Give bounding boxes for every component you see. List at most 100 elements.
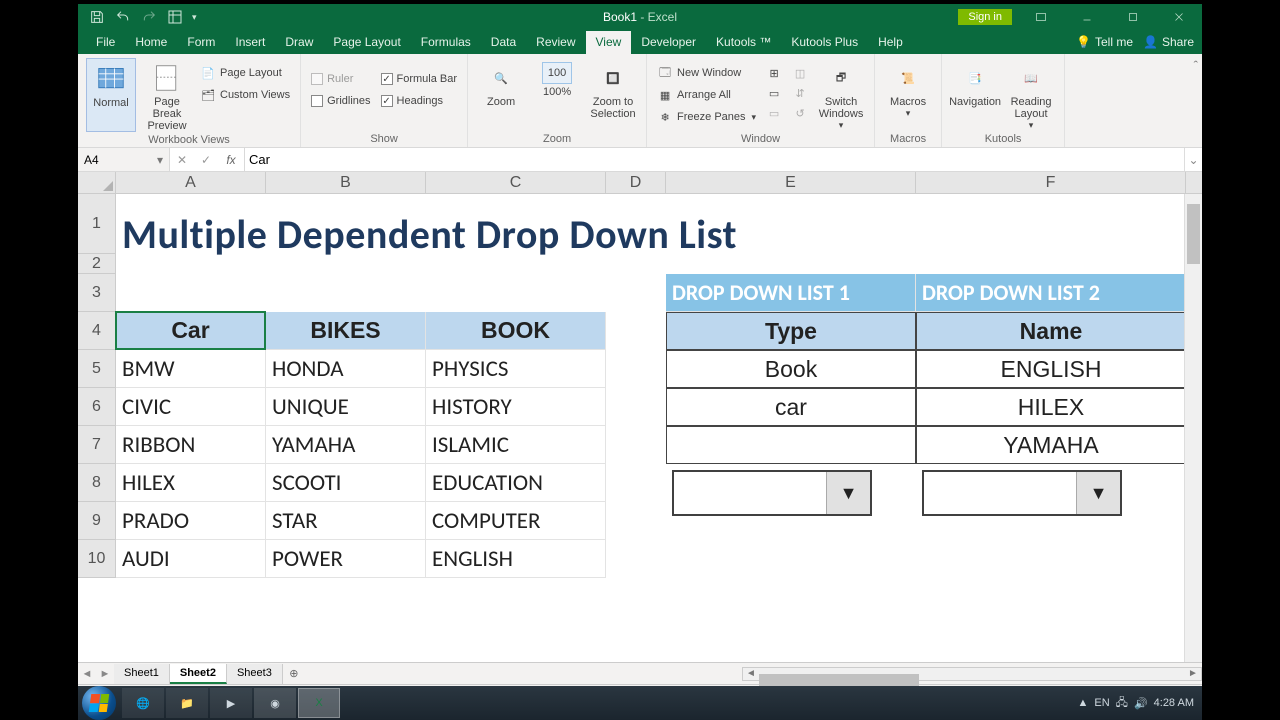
tab-view[interactable]: View <box>586 31 632 54</box>
cell-E7[interactable] <box>666 426 916 464</box>
column-header-C[interactable]: C <box>426 172 606 193</box>
cell-B5[interactable]: HONDA <box>266 350 426 388</box>
dropdown-list-2[interactable]: ▼ <box>922 470 1122 516</box>
column-header-B[interactable]: B <box>266 172 426 193</box>
taskbar-excel-icon[interactable]: X <box>298 688 340 718</box>
tray-volume-icon[interactable]: 🔊 <box>1134 697 1148 710</box>
save-icon[interactable] <box>88 8 106 26</box>
row-header-1[interactable]: 1 <box>78 194 116 254</box>
column-header-D[interactable]: D <box>606 172 666 193</box>
tray-clock[interactable]: 4:28 AM <box>1154 697 1198 709</box>
tab-data[interactable]: Data <box>481 31 526 54</box>
page-layout-button[interactable]: 📄Page Layout <box>198 64 292 82</box>
tab-page-layout[interactable]: Page Layout <box>323 31 410 54</box>
tab-home[interactable]: Home <box>125 31 177 54</box>
collapse-ribbon-icon[interactable]: ˆ <box>1190 54 1202 147</box>
split-button[interactable]: ⊞ <box>764 64 784 82</box>
maximize-icon[interactable] <box>1110 4 1156 30</box>
taskbar-chrome-icon[interactable]: ◉ <box>254 688 296 718</box>
tab-formulas[interactable]: Formulas <box>411 31 481 54</box>
cell-A8[interactable]: HILEX <box>116 464 266 502</box>
new-sheet-button[interactable]: ⊕ <box>283 667 305 680</box>
tab-help[interactable]: Help <box>868 31 913 54</box>
row-header-10[interactable]: 10 <box>78 540 116 578</box>
cell-F5[interactable]: ENGLISH <box>916 350 1186 388</box>
taskbar-media-icon[interactable]: ▶ <box>210 688 252 718</box>
share-button[interactable]: 👤Share <box>1143 35 1194 49</box>
row-header-5[interactable]: 5 <box>78 350 116 388</box>
cell-B6[interactable]: UNIQUE <box>266 388 426 426</box>
enter-formula-icon[interactable]: ✓ <box>194 153 218 167</box>
view-side-by-side-button[interactable]: ◫ <box>790 64 810 82</box>
zoom-to-selection-button[interactable]: 🔲Zoom to Selection <box>588 58 638 131</box>
cell-E3[interactable]: DROP DOWN LIST 1 <box>666 274 916 312</box>
cancel-formula-icon[interactable]: ✕ <box>170 153 194 167</box>
sheet-nav-prev-icon[interactable]: ◄ <box>78 668 96 680</box>
row-header-6[interactable]: 6 <box>78 388 116 426</box>
sheet-tab-sheet2[interactable]: Sheet2 <box>170 664 227 684</box>
switch-windows-button[interactable]: 🗗Switch Windows▾ <box>816 58 866 131</box>
row-header-2[interactable]: 2 <box>78 254 116 274</box>
cell-B9[interactable]: STAR <box>266 502 426 540</box>
tray-lang[interactable]: EN <box>1094 697 1109 709</box>
cell-B10[interactable]: POWER <box>266 540 426 578</box>
cell-title[interactable]: Multiple Dependent Drop Down List <box>116 194 1186 274</box>
zoom-button[interactable]: 🔍Zoom <box>476 58 526 131</box>
tray-network-icon[interactable]: 🖧 <box>1116 694 1128 713</box>
headings-checkbox[interactable]: ✓Headings <box>379 92 460 110</box>
gridlines-checkbox[interactable]: Gridlines <box>309 92 372 110</box>
vertical-scrollbar[interactable] <box>1184 194 1202 662</box>
fx-icon[interactable]: fx <box>218 153 244 167</box>
cell-A9[interactable]: PRADO <box>116 502 266 540</box>
ruler-checkbox[interactable]: Ruler <box>309 70 372 88</box>
sync-scroll-button[interactable]: ⇵ <box>790 84 810 102</box>
cell-C8[interactable]: EDUCATION <box>426 464 606 502</box>
cell-A7[interactable]: RIBBON <box>116 426 266 464</box>
column-header-F[interactable]: F <box>916 172 1186 193</box>
formula-bar-checkbox[interactable]: ✓Formula Bar <box>379 70 460 88</box>
start-button[interactable] <box>82 686 116 720</box>
cell-C9[interactable]: COMPUTER <box>426 502 606 540</box>
cell-E4[interactable]: Type <box>666 312 916 350</box>
cell-E6[interactable]: car <box>666 388 916 426</box>
hide-button[interactable]: ▭ <box>764 84 784 102</box>
cell-A10[interactable]: AUDI <box>116 540 266 578</box>
horizontal-scrollbar[interactable]: ◄► <box>742 667 1202 681</box>
column-header-E[interactable]: E <box>666 172 916 193</box>
cell-C7[interactable]: ISLAMIC <box>426 426 606 464</box>
normal-view-button[interactable]: Normal <box>86 58 136 132</box>
sheet-tab-sheet1[interactable]: Sheet1 <box>114 664 170 684</box>
formula-input[interactable]: Car <box>245 148 1184 171</box>
minimize-icon[interactable] <box>1064 4 1110 30</box>
cell-F3[interactable]: DROP DOWN LIST 2 <box>916 274 1186 312</box>
cell-F4[interactable]: Name <box>916 312 1186 350</box>
reading-layout-button[interactable]: 📖Reading Layout▾ <box>1006 58 1056 131</box>
reset-window-button[interactable]: ↺ <box>790 104 810 122</box>
tab-file[interactable]: File <box>86 31 125 54</box>
sign-in-button[interactable]: Sign in <box>958 9 1012 25</box>
tab-developer[interactable]: Developer <box>631 31 706 54</box>
cell-F6[interactable]: HILEX <box>916 388 1186 426</box>
tab-review[interactable]: Review <box>526 31 585 54</box>
cell-C6[interactable]: HISTORY <box>426 388 606 426</box>
cell-C10[interactable]: ENGLISH <box>426 540 606 578</box>
close-icon[interactable] <box>1156 4 1202 30</box>
column-header-A[interactable]: A <box>116 172 266 193</box>
tab-draw[interactable]: Draw <box>275 31 323 54</box>
arrange-all-button[interactable]: ▦Arrange All <box>655 86 758 104</box>
expand-formula-icon[interactable]: ⌄ <box>1184 148 1202 171</box>
cell-B8[interactable]: SCOOTI <box>266 464 426 502</box>
tab-form[interactable]: Form <box>177 31 225 54</box>
tell-me-button[interactable]: 💡Tell me <box>1076 35 1133 49</box>
cell-A6[interactable]: CIVIC <box>116 388 266 426</box>
row-header-7[interactable]: 7 <box>78 426 116 464</box>
tab-kutools-[interactable]: Kutools ™ <box>706 31 781 54</box>
pivot-icon[interactable] <box>166 8 184 26</box>
redo-icon[interactable] <box>140 8 158 26</box>
name-box[interactable]: A4▾ <box>78 148 170 171</box>
unhide-button[interactable]: ▭ <box>764 104 784 122</box>
freeze-panes-button[interactable]: ❄Freeze Panes▾ <box>655 108 758 126</box>
tab-insert[interactable]: Insert <box>225 31 275 54</box>
cell-A4[interactable]: Car <box>116 312 266 350</box>
cell-C5[interactable]: PHYSICS <box>426 350 606 388</box>
